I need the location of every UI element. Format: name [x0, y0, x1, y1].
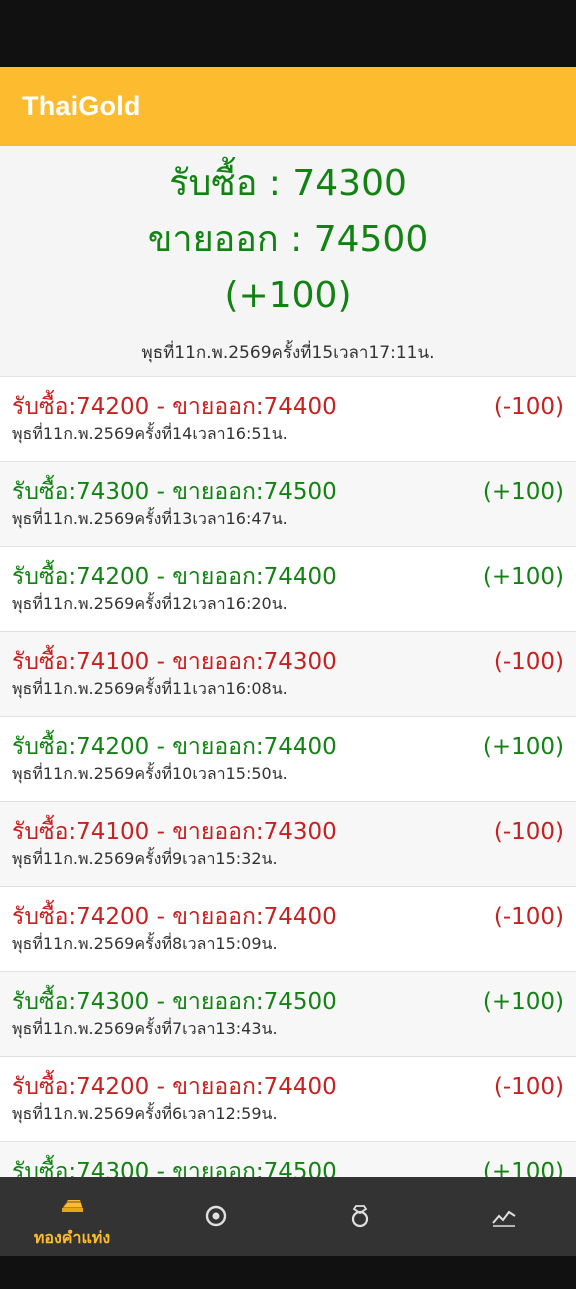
history-row[interactable]: รับซื้อ:74100 - ขายออก:74300 (-100) พุธท…: [0, 802, 576, 887]
gold-bar-icon: [61, 1200, 84, 1212]
app-title: ThaiGold: [22, 91, 141, 121]
trend-chart-icon: [492, 1210, 516, 1227]
row-timestamp: พุธที่11ก.พ.2569ครั้งที่11เวลา16:08น.: [12, 679, 288, 698]
row-change: (+100): [482, 564, 564, 590]
hero-buy-price: รับซื้อ : 74300: [169, 163, 407, 204]
row-change: (+100): [482, 1159, 564, 1177]
row-price: รับซื้อ:74200 - ขายออก:74400: [12, 1074, 337, 1100]
nav-item-2[interactable]: [144, 1177, 288, 1256]
row-price: รับซื้อ:74100 - ขายออก:74300: [12, 649, 337, 675]
history-row[interactable]: รับซื้อ:74300 - ขายออก:74500 (+100) พุธท…: [0, 972, 576, 1057]
row-price: รับซื้อ:74300 - ขายออก:74500: [12, 989, 337, 1015]
row-timestamp: พุธที่11ก.พ.2569ครั้งที่6เวลา12:59น.: [12, 1104, 278, 1123]
bottom-navigation: ทองคำแท่ง: [0, 1177, 576, 1256]
main-content[interactable]: รับซื้อ : 74300 ขายออก : 74500 (+100) พุ…: [0, 146, 576, 1177]
price-history-list[interactable]: รับซื้อ:74200 - ขายออก:74400 (-100) พุธท…: [0, 377, 576, 1177]
app-bar: ThaiGold: [0, 67, 576, 146]
history-row[interactable]: รับซื้อ:74300 - ขายออก:74500 (+100) พุธท…: [0, 462, 576, 547]
history-row[interactable]: รับซื้อ:74200 - ขายออก:74400 (-100) พุธท…: [0, 887, 576, 972]
history-row[interactable]: รับซื้อ:74200 - ขายออก:74400 (+100) พุธท…: [0, 717, 576, 802]
row-change: (-100): [493, 819, 564, 845]
circle-dot-icon: [205, 1205, 227, 1227]
row-timestamp: พุธที่11ก.พ.2569ครั้งที่7เวลา13:43น.: [12, 1019, 278, 1038]
latest-price-panel: รับซื้อ : 74300 ขายออก : 74500 (+100) พุ…: [0, 146, 576, 377]
row-change: (+100): [482, 479, 564, 505]
row-change: (-100): [493, 1074, 564, 1100]
hero-change: (+100): [224, 275, 352, 316]
row-timestamp: พุธที่11ก.พ.2569ครั้งที่13เวลา16:47น.: [12, 509, 288, 528]
row-price: รับซื้อ:74200 - ขายออก:74400: [12, 564, 337, 590]
nav-gold-bar-label: ทองคำแท่ง: [33, 1228, 111, 1247]
ring-icon: [351, 1205, 369, 1228]
nav-item-4[interactable]: [432, 1177, 576, 1256]
row-timestamp: พุธที่11ก.พ.2569ครั้งที่8เวลา15:09น.: [12, 934, 278, 953]
row-timestamp: พุธที่11ก.พ.2569ครั้งที่12เวลา16:20น.: [12, 594, 288, 613]
history-row[interactable]: รับซื้อ:74300 - ขายออก:74500 (+100): [0, 1142, 576, 1177]
status-bar: [0, 0, 576, 67]
row-price: รับซื้อ:74300 - ขายออก:74500: [12, 479, 337, 505]
history-row[interactable]: รับซื้อ:74100 - ขายออก:74300 (-100) พุธท…: [0, 632, 576, 717]
row-timestamp: พุธที่11ก.พ.2569ครั้งที่10เวลา15:50น.: [12, 764, 288, 783]
row-price: รับซื้อ:74200 - ขายออก:74400: [12, 904, 337, 930]
row-change: (+100): [482, 989, 564, 1015]
row-timestamp: พุธที่11ก.พ.2569ครั้งที่9เวลา15:32น.: [12, 849, 278, 868]
row-change: (+100): [482, 734, 564, 760]
system-nav-bar: [0, 1256, 576, 1289]
row-price: รับซื้อ:74200 - ขายออก:74400: [12, 734, 337, 760]
nav-item-3[interactable]: [288, 1177, 432, 1256]
history-row[interactable]: รับซื้อ:74200 - ขายออก:74400 (+100) พุธท…: [0, 547, 576, 632]
row-price: รับซื้อ:74100 - ขายออก:74300: [12, 819, 337, 845]
row-change: (-100): [493, 649, 564, 675]
row-price: รับซื้อ:74300 - ขายออก:74500: [12, 1159, 337, 1177]
row-timestamp: พุธที่11ก.พ.2569ครั้งที่14เวลา16:51น.: [12, 424, 288, 443]
row-change: (-100): [493, 904, 564, 930]
hero-timestamp: พุธที่11ก.พ.2569ครั้งที่15เวลา17:11น.: [141, 343, 435, 363]
row-change: (-100): [493, 394, 564, 420]
hero-sell-price: ขายออก : 74500: [147, 219, 429, 260]
history-row[interactable]: รับซื้อ:74200 - ขายออก:74400 (-100) พุธท…: [0, 1057, 576, 1142]
nav-gold-bar[interactable]: ทองคำแท่ง: [0, 1177, 144, 1256]
history-row[interactable]: รับซื้อ:74200 - ขายออก:74400 (-100) พุธท…: [0, 377, 576, 462]
row-price: รับซื้อ:74200 - ขายออก:74400: [12, 394, 337, 420]
